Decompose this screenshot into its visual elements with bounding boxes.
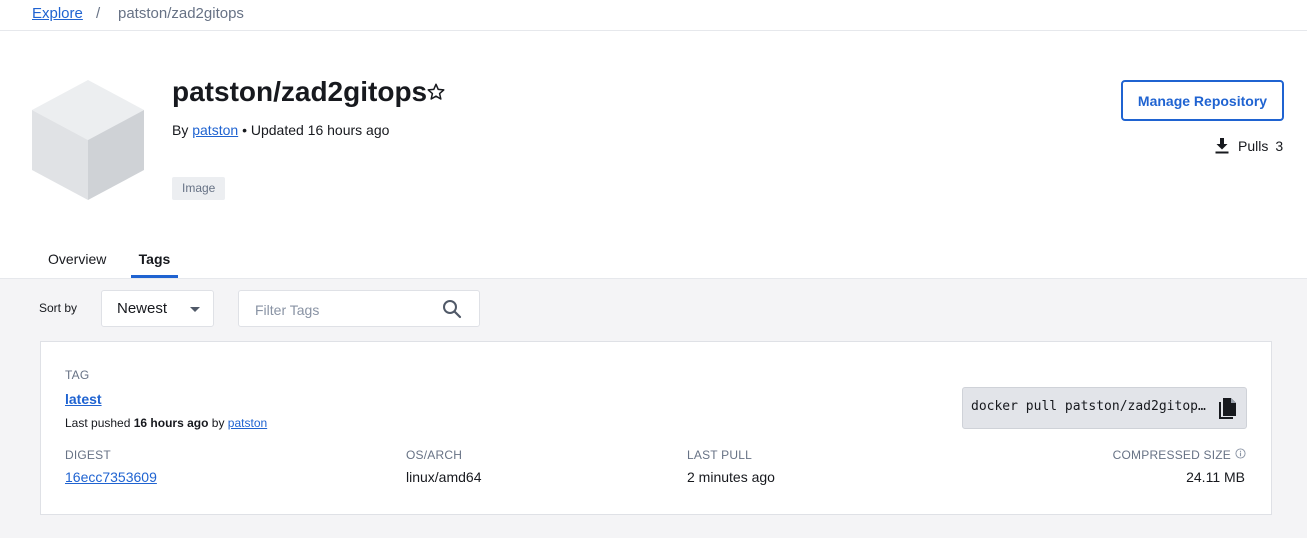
- type-badge: Image: [172, 177, 226, 200]
- page-title: patston/zad2gitops: [172, 76, 428, 107]
- copy-icon[interactable]: [1216, 397, 1238, 426]
- sort-dropdown[interactable]: Newest: [101, 290, 214, 327]
- tag-card: TAG latest Last pushed 16 hours ago by p…: [40, 341, 1272, 515]
- sort-value: Newest: [117, 300, 168, 317]
- os-arch-value: linux/amd64: [406, 469, 482, 485]
- repo-byline: By patston • Updated 16 hours ago: [172, 122, 389, 138]
- pushed-prefix: Last pushed: [65, 416, 131, 430]
- tab-bar: Overview Tags: [0, 244, 1307, 279]
- pull-command-text: docker pull patston/zad2gitops:latest: [971, 399, 1211, 414]
- breadcrumb-separator: /: [96, 5, 101, 22]
- digest-link[interactable]: 16ecc7353609: [65, 469, 157, 485]
- tag-name-link[interactable]: latest: [65, 391, 102, 407]
- by-prefix: By: [172, 122, 189, 138]
- compressed-size-label: COMPRESSED SIZE: [1112, 448, 1231, 462]
- breadcrumb-current: patston/zad2gitops: [118, 5, 244, 22]
- author-link[interactable]: patston: [192, 122, 238, 138]
- pulls-label: Pulls: [1238, 138, 1269, 154]
- last-pull-value: 2 minutes ago: [687, 469, 775, 485]
- tag-column-label: TAG: [65, 368, 90, 382]
- pulls-count: 3: [1275, 138, 1284, 154]
- tab-overview[interactable]: Overview: [48, 251, 106, 267]
- compressed-size-label-group: COMPRESSED SIZE: [1113, 448, 1246, 462]
- pushed-time: 16 hours ago: [133, 416, 209, 430]
- compressed-size-value: 24.11 MB: [1186, 469, 1245, 485]
- pushed-user-link[interactable]: patston: [228, 416, 267, 430]
- dropdown-caret-icon: [190, 307, 200, 312]
- last-pull-label: LAST PULL: [687, 448, 752, 462]
- breadcrumb: Explore / patston/zad2gitops: [0, 0, 1307, 31]
- pull-command-box[interactable]: docker pull patston/zad2gitops:latest: [962, 387, 1247, 429]
- tab-tags[interactable]: Tags: [131, 251, 178, 278]
- breadcrumb-explore-link[interactable]: Explore: [32, 5, 83, 22]
- star-icon[interactable]: [426, 82, 446, 107]
- pushed-by: by: [211, 416, 225, 430]
- os-arch-label: OS/ARCH: [406, 448, 463, 462]
- search-icon[interactable]: [442, 299, 462, 324]
- download-icon: [1214, 137, 1238, 155]
- manage-repository-button[interactable]: Manage Repository: [1121, 80, 1284, 121]
- digest-label: DIGEST: [65, 448, 111, 462]
- filter-tags-field[interactable]: [238, 290, 480, 327]
- pushed-info: Last pushed 16 hours ago by patston: [65, 416, 267, 430]
- info-icon[interactable]: [1235, 448, 1246, 462]
- updated-text: • Updated 16 hours ago: [242, 122, 390, 138]
- cube-icon: [30, 78, 146, 207]
- filter-tags-input[interactable]: [253, 299, 437, 321]
- sort-label: Sort by: [39, 301, 78, 315]
- pulls-stat: Pulls 3: [1214, 137, 1283, 155]
- tags-panel: Sort by Newest TAG latest Last pushed 16…: [0, 279, 1307, 538]
